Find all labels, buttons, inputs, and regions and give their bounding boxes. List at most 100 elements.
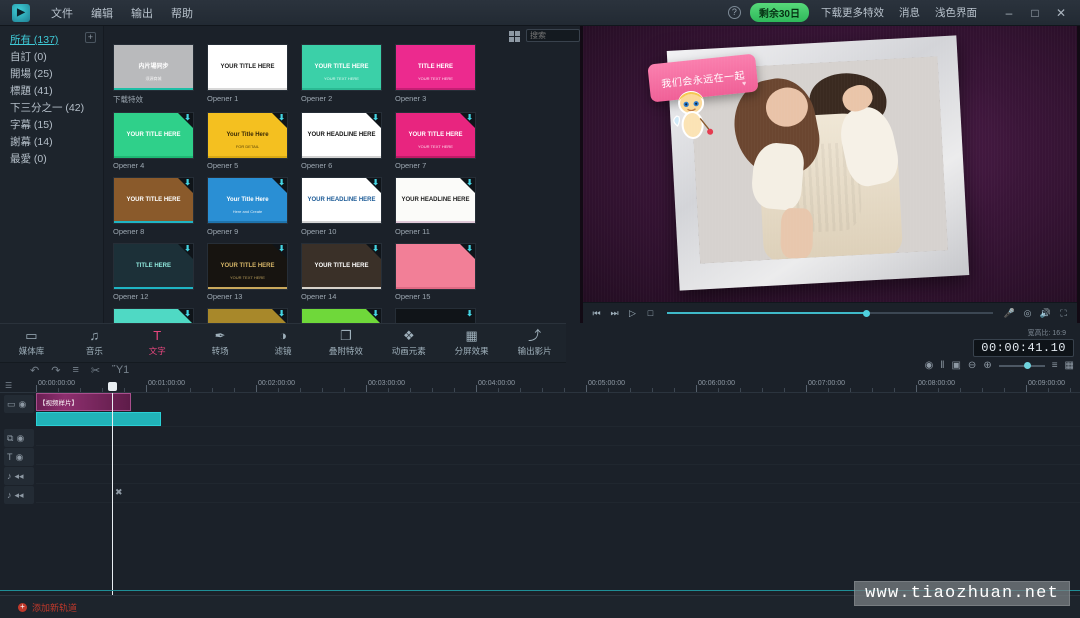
close-button[interactable]: ✕: [1048, 1, 1074, 25]
download-icon[interactable]: ⬇: [372, 179, 379, 187]
category-item-subtitle[interactable]: 字幕 (15): [6, 117, 103, 134]
grid-view-icon[interactable]: [509, 31, 520, 42]
menu-help[interactable]: 帮助: [162, 2, 202, 24]
preview-scrubber[interactable]: [667, 306, 993, 321]
toolbar-item-overlay[interactable]: ❐ 叠附特效: [314, 329, 377, 357]
download-icon[interactable]: ⬇: [184, 113, 191, 122]
timecode-display[interactable]: 00:00:41.10: [973, 339, 1074, 357]
zoom-in-icon[interactable]: ⊕: [983, 360, 991, 371]
timeline-marker-icon[interactable]: ☰: [5, 381, 12, 390]
play-button[interactable]: ▷: [625, 306, 640, 321]
thumbnail-preview[interactable]: ⬇: [395, 242, 476, 290]
thumbnail-item[interactable]: YOUR TITLE HERE ⬇ Opener 4: [113, 111, 194, 170]
preview-stage[interactable]: 我们会永远在一起 ♥: [583, 26, 1077, 302]
thumbnail-preview[interactable]: YOUR HEADLINE HERE ⬇: [301, 111, 382, 159]
thumbnail-preview[interactable]: TITLE HERE ⬇: [113, 242, 194, 290]
category-item-credits[interactable]: 謝幕 (14): [6, 134, 103, 151]
download-icon[interactable]: ⬇: [278, 113, 285, 122]
category-item-opener[interactable]: 開場 (25): [6, 66, 103, 83]
download-icon[interactable]: ⬇: [278, 179, 285, 187]
trial-badge[interactable]: 剩余30日: [749, 3, 809, 22]
timeline-marker-x[interactable]: ✖: [115, 487, 123, 498]
thumbnail-preview[interactable]: Your Title Here FOR DETAIL ⬇: [207, 111, 288, 159]
track-header-music[interactable]: ♪ ◂◂: [4, 467, 34, 485]
thumbnail-item[interactable]: YOUR TITLE HERE YOUR TEXT HERE Opener 2: [301, 44, 382, 105]
download-icon[interactable]: ⬇: [466, 113, 473, 122]
thumbnail-item[interactable]: YOUR TITLE HERE YOUR TEXT HERE ⬇ Opener 7: [395, 111, 476, 170]
timeline-zoom-slider[interactable]: [998, 361, 1045, 369]
thumbnail-item[interactable]: YOUR HEADLINE HERE ⬇ Opener 11: [395, 177, 476, 236]
toolbar-item-animation-element[interactable]: ❖ 动画元素: [377, 329, 440, 357]
fullscreen-icon[interactable]: ⛶: [1056, 306, 1071, 321]
toolbar-item-text[interactable]: T 文字: [126, 329, 189, 357]
stop-button[interactable]: □: [643, 306, 658, 321]
category-item-favorites[interactable]: 最愛 (0): [6, 151, 103, 168]
light-theme-link[interactable]: 浅色界面: [935, 5, 977, 20]
prev-frame-button[interactable]: ⏮: [589, 306, 604, 321]
category-item-lower-third[interactable]: 下三分之一 (42): [6, 100, 103, 117]
search-box[interactable]: 🔍: [526, 29, 650, 42]
lane-text[interactable]: [36, 446, 1080, 465]
thumbnail-item[interactable]: 内片場同步 须源商城 下载特效: [113, 44, 194, 105]
audio-mix-icon[interactable]: ‖: [940, 360, 944, 371]
download-icon[interactable]: ⬇: [372, 113, 379, 122]
thumbnail-preview[interactable]: YOUR TITLE HERE YOUR TEXT HERE: [301, 44, 382, 91]
thumbnail-preview[interactable]: YOUR TITLE GOES HERE⬇: [113, 308, 194, 323]
thumbnail-item[interactable]: Your Title Here Here and Create ⬇ Opener 9: [207, 177, 288, 236]
thumbnail-preview[interactable]: YOUR TITLE HERE⬇: [113, 111, 194, 159]
download-more-effects-link[interactable]: 下载更多特效: [821, 5, 884, 20]
toolbar-item-transition[interactable]: ✒ 转场: [189, 329, 252, 357]
volume-icon[interactable]: 🔊: [1038, 306, 1053, 321]
snapshot-icon[interactable]: ◎: [1020, 306, 1035, 321]
download-icon[interactable]: ⬇: [466, 310, 473, 318]
thumbnail-preview[interactable]: YOUR TITLE HERE: [207, 44, 288, 91]
undo-button[interactable]: ↶: [30, 364, 39, 377]
video-clip[interactable]: 【视频样片】: [36, 393, 131, 411]
thumbnail-preview[interactable]: YOUR TITLE HERE⬇: [301, 308, 382, 323]
menu-edit[interactable]: 编辑: [82, 2, 122, 24]
thumbnail-item[interactable]: TITLE HERE ⬇ Opener 12: [113, 242, 194, 301]
download-icon[interactable]: ⬇: [466, 179, 473, 187]
fit-timeline-icon[interactable]: ≡: [1052, 360, 1058, 371]
thumbnail-item[interactable]: ⬇ Opener 15: [395, 242, 476, 301]
maximize-button[interactable]: □: [1022, 1, 1048, 25]
lane-music[interactable]: [36, 465, 1080, 484]
toolbar-item-music[interactable]: ♫ 音乐: [63, 329, 126, 357]
toolbar-item-filter[interactable]: ◑ 滤镜: [252, 329, 315, 357]
thumbnail-preview[interactable]: YOUR TITLE HERE⬇: [301, 242, 382, 290]
delete-button[interactable]: Ὕ1: [112, 364, 129, 376]
thumbnail-item[interactable]: YOUR HEADLINE HERE ⬇ Opener 10: [301, 177, 382, 236]
thumbnail-item[interactable]: YOUR TITLE HERE ⬇ Opener 14: [301, 242, 382, 301]
thumbnail-item[interactable]: YOUR TITLE HERE YOUR TEXT HERE ⬇ Opener 13: [207, 242, 288, 301]
minimize-button[interactable]: –: [996, 1, 1022, 25]
download-icon[interactable]: ⬇: [372, 310, 379, 318]
thumbnail-preview[interactable]: ⬇: [395, 308, 476, 323]
thumbnail-preview[interactable]: YOUR TITLE HERE YOUR TEXT HERE ⬇: [395, 111, 476, 159]
toolbar-item-media-library[interactable]: ▭ 媒体库: [0, 329, 63, 357]
thumbnail-item[interactable]: YOUR TITLE HERE⬇: [301, 308, 382, 323]
lane-voice[interactable]: [36, 484, 1080, 503]
toolbar-item-split-screen[interactable]: ▦ 分屏效果: [440, 329, 503, 357]
download-icon[interactable]: ⬇: [466, 244, 473, 253]
zoom-out-icon[interactable]: ⊖: [968, 360, 976, 371]
download-icon[interactable]: ⬇: [184, 310, 191, 318]
thumbnail-preview[interactable]: Your Title Here Here and Create ⬇: [207, 177, 288, 224]
add-category-button[interactable]: +: [85, 32, 96, 43]
list-button[interactable]: ≡: [72, 364, 78, 376]
thumbnail-preview[interactable]: TITLE HERE YOUR TEXT HERE: [395, 44, 476, 91]
next-frame-button[interactable]: ⏭: [607, 306, 622, 321]
audio-clip[interactable]: [36, 412, 161, 426]
record-voice-icon[interactable]: 🎤: [1002, 306, 1017, 321]
track-header-video[interactable]: ▭ ◉: [4, 395, 34, 413]
timeline-ruler[interactable]: ☰ 00:00:00:00 00:01:00:00 00:02:00:00 00:03…: [0, 378, 1080, 393]
marker-icon[interactable]: ◉: [925, 360, 934, 371]
add-track-icon[interactable]: +: [18, 602, 27, 612]
download-icon[interactable]: ⬇: [184, 179, 191, 187]
lane-video[interactable]: 【视频样片】: [36, 393, 1080, 427]
thumbnail-preview[interactable]: YOUR HEADLINE HERE ⬇: [301, 177, 382, 224]
toolbar-item-export[interactable]: ⤴ 输出影片: [503, 329, 566, 357]
track-header-text[interactable]: T ◉: [4, 448, 34, 466]
lane-overlay[interactable]: [36, 427, 1080, 446]
thumbnail-item[interactable]: YOUR TITLE HERE ⬇ Opener 8: [113, 177, 194, 236]
crop-icon[interactable]: ▣: [951, 360, 960, 371]
